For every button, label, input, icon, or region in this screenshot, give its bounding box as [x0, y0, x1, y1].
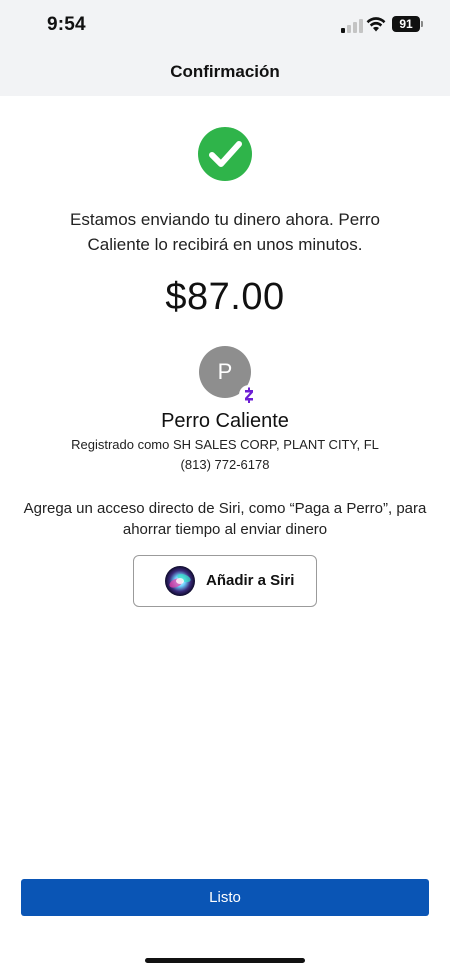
battery-nub — [421, 21, 423, 27]
wifi-icon — [366, 17, 386, 32]
recipient-name: Perro Caliente — [161, 410, 289, 432]
siri-icon — [165, 566, 195, 596]
confirmation-screen: 9:54 91 Confirmación Estamos enviando tu… — [0, 0, 450, 973]
done-button[interactable]: Listo — [21, 879, 429, 916]
recipient-registration: Registrado como SH SALES CORP, PLANT CIT… — [71, 437, 379, 452]
status-time: 9:54 — [47, 14, 86, 35]
confirmation-message: Estamos enviando tu dinero ahora. Perro … — [70, 210, 380, 254]
amount-sent: $87.00 — [165, 276, 285, 318]
page-title: Confirmación — [170, 62, 280, 81]
check-circle-icon — [198, 127, 252, 181]
add-to-siri-label: Añadir a Siri — [206, 572, 295, 589]
recipient-phone: (813) 772-6178 — [180, 457, 270, 472]
add-to-siri-button[interactable]: Añadir a Siri — [133, 555, 317, 607]
cellular-signal-icon — [341, 19, 363, 33]
battery-indicator: 91 — [392, 16, 420, 32]
siri-shortcut-prompt: Agrega un acceso directo de Siri, como “… — [23, 500, 427, 538]
home-indicator[interactable] — [145, 958, 305, 963]
header-area: 9:54 91 Confirmación — [0, 0, 450, 96]
zelle-icon — [239, 385, 259, 405]
